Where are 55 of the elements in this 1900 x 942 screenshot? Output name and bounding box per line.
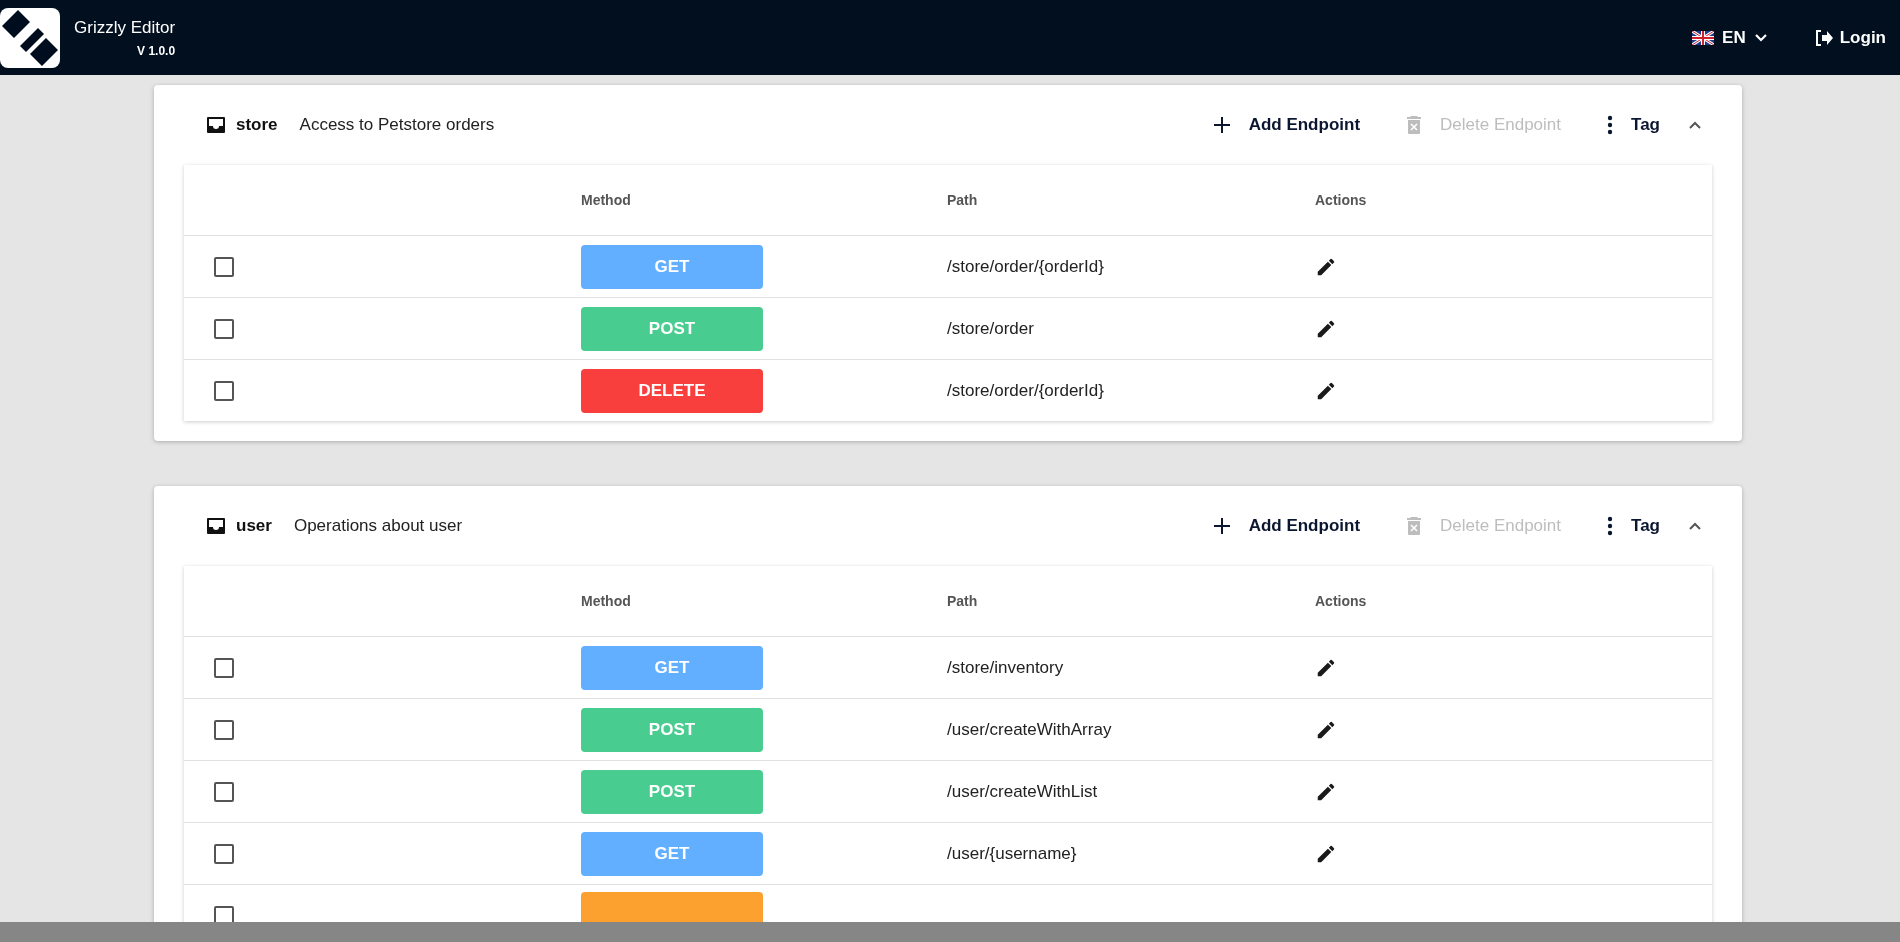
method-badge: POST xyxy=(581,769,763,814)
endpoint-path: /store/inventory xyxy=(947,657,1064,677)
method-badge: GET xyxy=(581,244,763,289)
method-badge: POST xyxy=(581,306,763,351)
method-badge: DELETE xyxy=(581,368,763,413)
row-checkbox[interactable] xyxy=(214,781,234,802)
endpoint-path: /store/order/{orderId} xyxy=(947,380,1104,400)
plus-icon xyxy=(1212,517,1231,535)
row-checkbox[interactable] xyxy=(214,843,234,864)
column-header: Method xyxy=(581,192,631,208)
app-title: Grizzly Editor xyxy=(74,17,176,38)
trash-icon xyxy=(1406,516,1423,536)
collapse-toggle[interactable] xyxy=(1688,120,1702,130)
add-endpoint-button[interactable]: Add Endpoint xyxy=(1212,115,1361,135)
column-header: Path xyxy=(947,593,978,609)
add-endpoint-button[interactable]: Add Endpoint xyxy=(1212,516,1361,536)
chevron-up-icon xyxy=(1688,120,1702,130)
inbox-icon xyxy=(206,517,226,535)
endpoint-path: /user/createWithArray xyxy=(947,719,1112,739)
row-checkbox[interactable] xyxy=(214,318,234,339)
trash-icon xyxy=(1406,115,1423,135)
plus-icon xyxy=(1212,116,1231,134)
tag-description: Access to Petstore orders xyxy=(299,115,495,135)
language-selector[interactable]: EN xyxy=(1692,27,1768,48)
column-header: Actions xyxy=(1315,593,1367,609)
tag-name: store xyxy=(236,115,278,135)
row-checkbox[interactable] xyxy=(214,657,234,678)
endpoint-path: /user/{username} xyxy=(947,843,1077,863)
tag-name: user xyxy=(236,516,272,536)
horizontal-scrollbar[interactable] xyxy=(0,922,1900,942)
tag-description: Operations about user xyxy=(293,516,463,536)
tag-menu-button[interactable]: Tag xyxy=(1607,516,1660,536)
chevron-up-icon xyxy=(1688,521,1702,531)
method-badge: GET xyxy=(581,645,763,690)
endpoint-path: /user/createWithList xyxy=(947,781,1098,801)
login-button[interactable]: Login xyxy=(1813,27,1886,48)
inbox-icon xyxy=(206,116,226,134)
method-badge: GET xyxy=(581,831,763,876)
login-icon xyxy=(1813,28,1834,47)
column-header: Method xyxy=(581,593,631,609)
version-label: V 1.0.0 xyxy=(137,43,176,58)
collapse-toggle[interactable] xyxy=(1688,521,1702,531)
more-vertical-icon xyxy=(1607,516,1614,536)
row-checkbox[interactable] xyxy=(214,380,234,401)
chevron-down-icon xyxy=(1753,32,1768,43)
column-header: Path xyxy=(947,192,978,208)
flag-icon xyxy=(1692,30,1715,45)
method-badge: POST xyxy=(581,707,763,752)
more-vertical-icon xyxy=(1607,115,1614,135)
endpoint-path: /store/order/{orderId} xyxy=(947,256,1104,276)
row-checkbox[interactable] xyxy=(214,719,234,740)
endpoint-path: /store/order xyxy=(947,318,1034,338)
tag-menu-button[interactable]: Tag xyxy=(1607,115,1660,135)
row-checkbox[interactable] xyxy=(214,256,234,277)
column-header: Actions xyxy=(1315,192,1367,208)
